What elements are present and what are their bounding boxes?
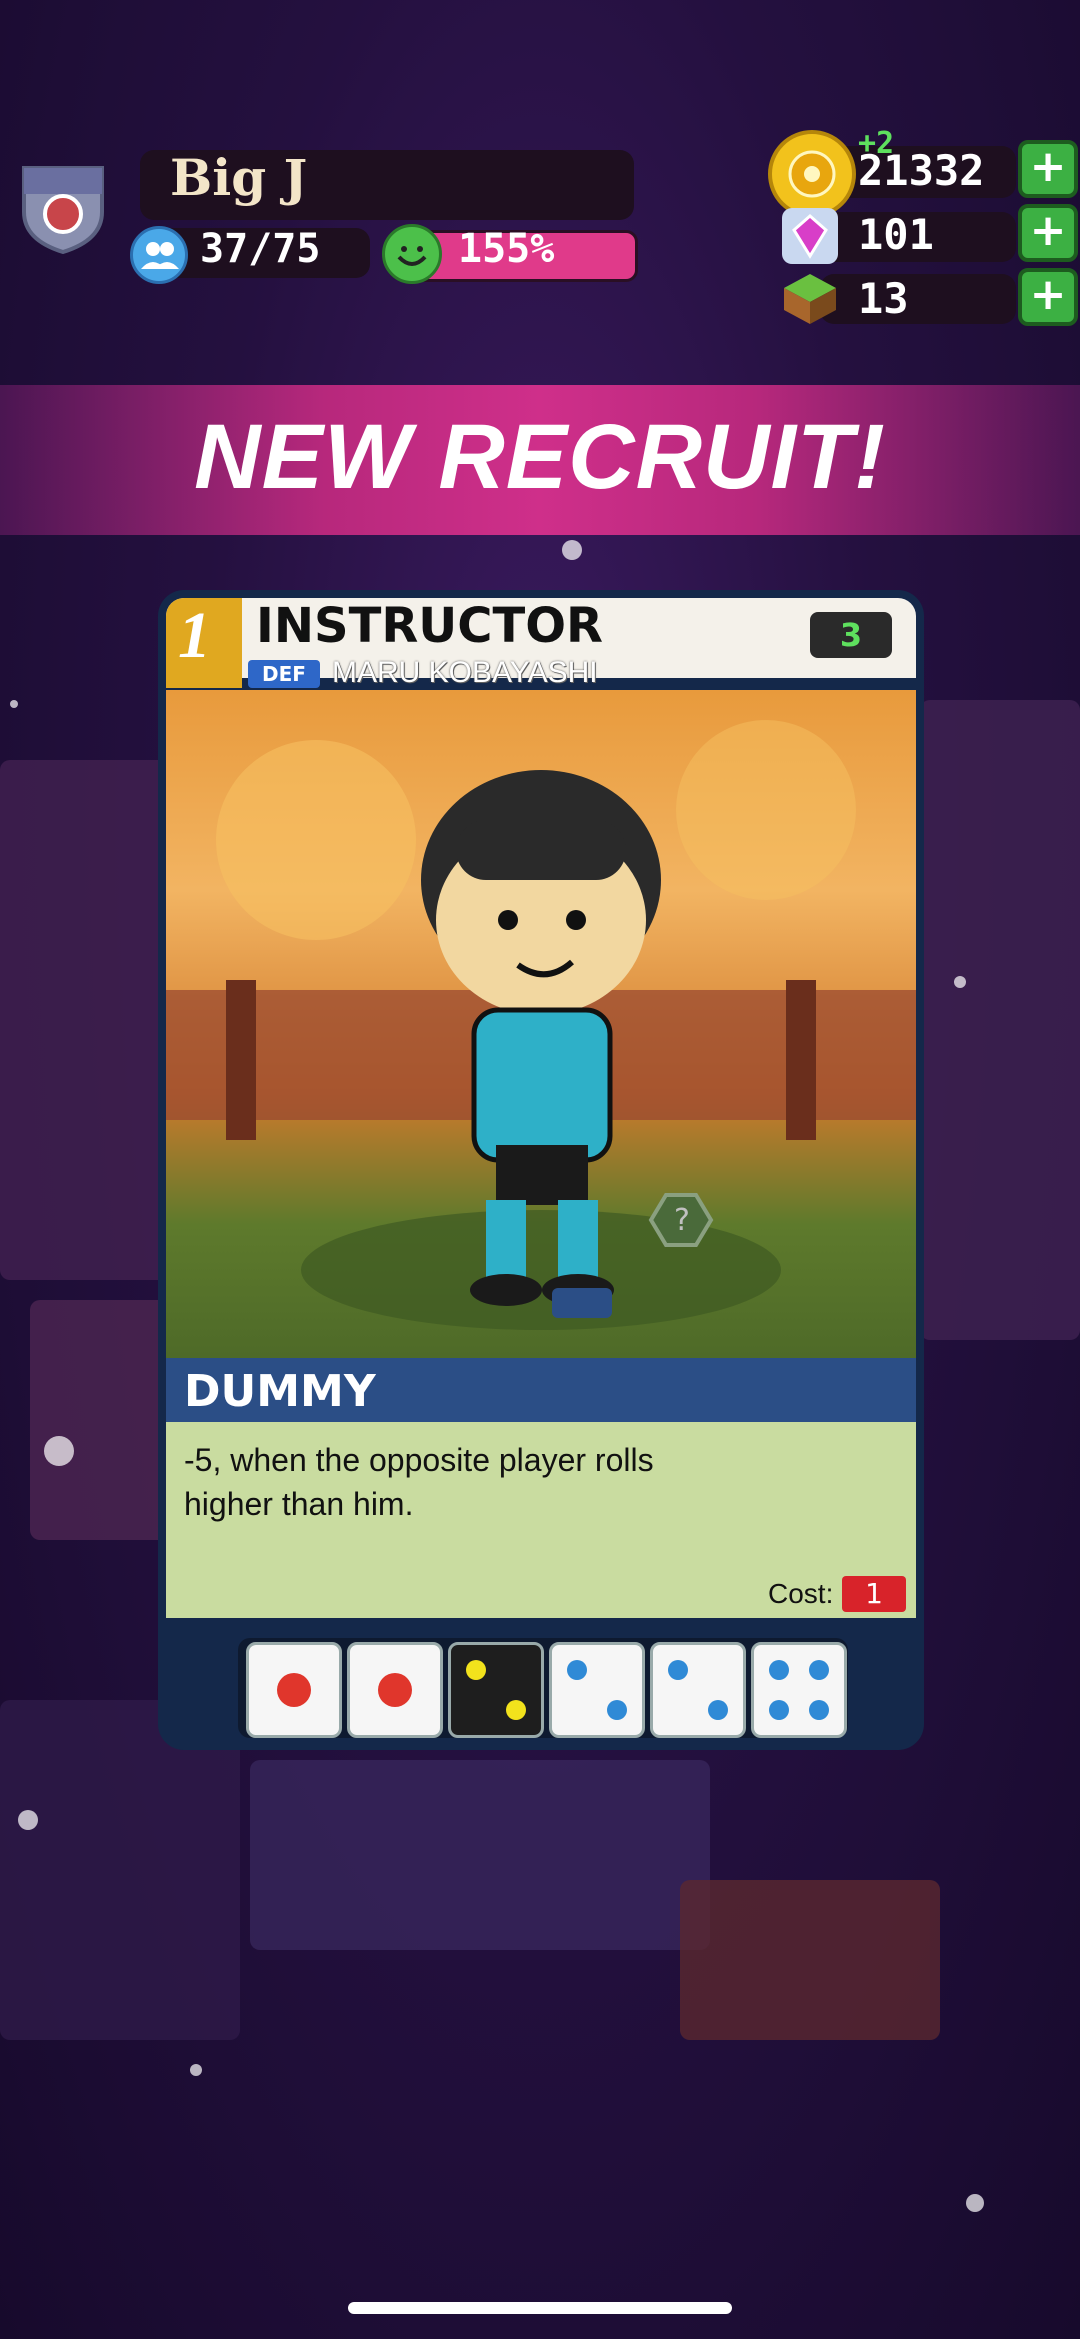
gems-value: 101: [858, 210, 934, 259]
die-pip: [808, 1699, 829, 1720]
die-pip: [277, 1673, 311, 1707]
player-name: Big J: [170, 148, 308, 207]
die-blue-4: [751, 1642, 847, 1738]
die-pip: [668, 1660, 689, 1681]
card-name: INSTRUCTOR: [256, 598, 604, 654]
die-pip: [505, 1699, 526, 1720]
add-blocks-button[interactable]: +: [1018, 268, 1078, 326]
die-pip: [769, 1660, 790, 1681]
card-artwork: ?: [166, 690, 916, 1358]
card-rating: 3: [810, 612, 892, 658]
card-level: 1: [178, 599, 211, 672]
roster-count: 37/75: [200, 226, 321, 272]
cost-value: 1: [842, 1576, 906, 1612]
happy-face-icon: [382, 224, 442, 284]
club-shield-icon[interactable]: [20, 162, 106, 255]
die-blue-2: [650, 1642, 746, 1738]
blocks-bar: [820, 274, 1016, 324]
die-blue-2: [549, 1642, 645, 1738]
cost-label: Cost:: [768, 1578, 834, 1609]
add-gems-button[interactable]: +: [1018, 204, 1078, 262]
ability-description: -5, when the opposite player rolls highe…: [184, 1442, 654, 1522]
ability-title: DUMMY: [184, 1366, 376, 1417]
blocks-value: 13: [858, 274, 909, 323]
player-full-name: MARU KOBAYASHI: [332, 656, 598, 689]
banner-title: NEW RECRUIT!: [194, 406, 886, 508]
die-pip: [567, 1660, 588, 1681]
die-pip: [466, 1660, 487, 1681]
die-yellow-2: [448, 1642, 544, 1738]
die-pip: [769, 1699, 790, 1720]
coin-icon: [768, 130, 856, 218]
die-red-1: [246, 1642, 342, 1738]
grass-block-icon: [780, 268, 840, 328]
player-card[interactable]: 1 INSTRUCTOR 3 ? DEF MARU KOBAYASHI DUMM…: [158, 590, 924, 1750]
gem-icon: [782, 208, 838, 264]
coins-value: 21332: [858, 146, 985, 195]
add-coins-button[interactable]: +: [1018, 140, 1078, 198]
home-indicator[interactable]: [348, 2302, 732, 2314]
happiness-value: 155%: [458, 226, 555, 272]
die-pip: [606, 1699, 627, 1720]
team-members-icon: [130, 226, 188, 284]
position-badge: DEF: [248, 660, 320, 688]
die-pip: [808, 1660, 829, 1681]
die-pip: [707, 1699, 728, 1720]
die-pip: [378, 1673, 412, 1707]
svg-text:?: ?: [674, 1203, 690, 1238]
die-red-1: [347, 1642, 443, 1738]
